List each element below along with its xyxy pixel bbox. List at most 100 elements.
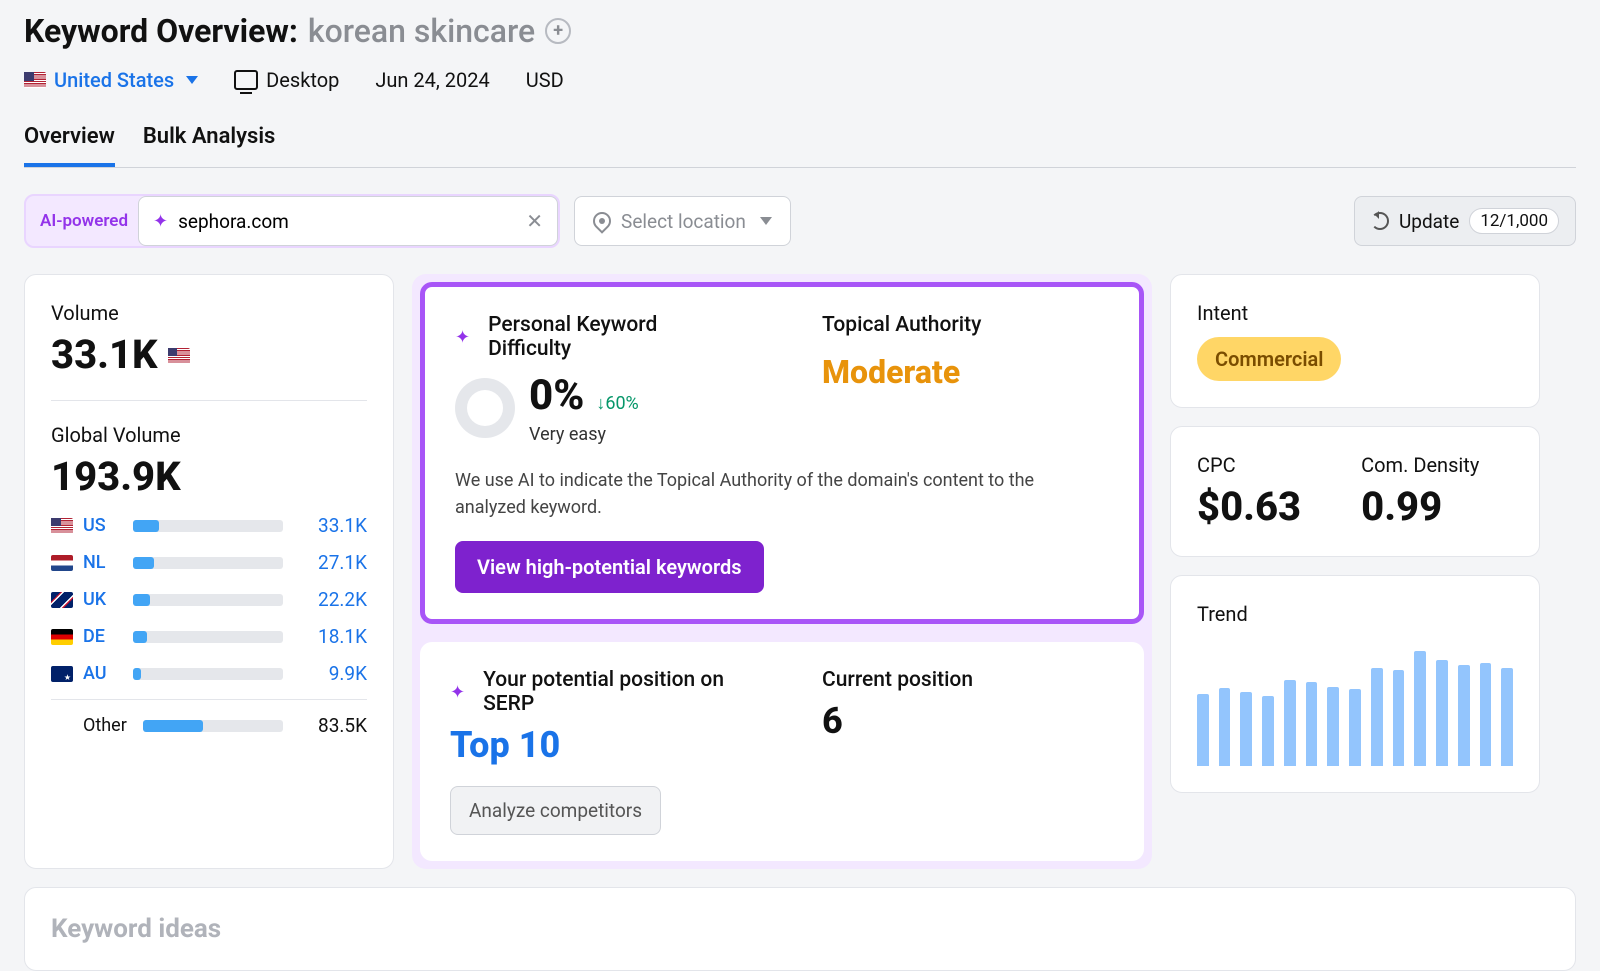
global-volume-list: US33.1K NL 27.1K UK22.2K DE 18.1K AU9.9K: [51, 514, 367, 685]
date-label: Jun 24, 2024: [375, 68, 489, 92]
flag-icon: [51, 518, 73, 534]
location-placeholder: Select location: [621, 210, 746, 233]
global-volume-row[interactable]: UK22.2K: [51, 588, 367, 611]
trend-bar: [1458, 665, 1470, 766]
country-volume-value: 18.1K: [297, 625, 367, 648]
update-label: Update: [1399, 210, 1459, 233]
cpc-density-card: CPC $0.63 Com. Density 0.99: [1170, 426, 1540, 557]
ai-domain-filter: AI-powered ✦ ✕: [24, 194, 560, 248]
volume-label: Volume: [51, 301, 367, 325]
volume-card: Volume 33.1K Global Volume 193.9K US33.1…: [24, 274, 394, 869]
global-volume-row[interactable]: US33.1K: [51, 514, 367, 537]
pkw-value: 0%: [529, 371, 584, 420]
trend-bar: [1197, 694, 1209, 766]
pkw-delta: ↓60%: [596, 393, 638, 414]
flag-icon: [51, 666, 73, 682]
country-volume-value: 33.1K: [297, 514, 367, 537]
country-code: NL: [83, 552, 119, 573]
page-title-keyword: korean skincare: [308, 12, 535, 50]
tabs: Overview Bulk Analysis: [24, 124, 1576, 168]
trend-bar: [1219, 688, 1231, 766]
country-select[interactable]: United States: [24, 68, 198, 92]
desktop-icon: [234, 70, 258, 90]
currency-label: USD: [526, 68, 564, 92]
potential-position-title: ✦ Your potential position on SERP: [450, 668, 742, 716]
volume-bar: [133, 631, 283, 643]
global-volume-label: Global Volume: [51, 423, 367, 447]
clear-domain-icon[interactable]: ✕: [526, 209, 543, 233]
trend-bar: [1414, 651, 1426, 766]
trend-bar: [1393, 670, 1405, 766]
global-volume-other-row: Other 83.5K: [51, 714, 367, 737]
intent-label: Intent: [1197, 301, 1513, 325]
sparkle-icon: ✦: [450, 682, 465, 703]
domain-input-wrap[interactable]: ✦ ✕: [138, 196, 558, 246]
ai-insights-column: ✦ Personal Keyword Difficulty 0% ↓60% Ve…: [412, 274, 1152, 869]
com-density-value: 0.99: [1361, 483, 1479, 530]
global-volume-row[interactable]: AU9.9K: [51, 662, 367, 685]
trend-bar: [1327, 687, 1339, 766]
pin-icon: [589, 208, 614, 233]
flag-icon: [51, 629, 73, 645]
volume-bar: [133, 668, 283, 680]
keyword-ideas-card: Keyword ideas: [24, 887, 1576, 971]
country-select-label: United States: [54, 68, 174, 92]
pkw-title: ✦ Personal Keyword Difficulty: [455, 313, 742, 361]
sparkle-icon: ✦: [455, 327, 470, 348]
trend-bar: [1262, 696, 1274, 766]
tab-overview[interactable]: Overview: [24, 124, 115, 167]
trend-bar: [1371, 668, 1383, 766]
analyze-competitors-button[interactable]: Analyze competitors: [450, 786, 661, 835]
flag-us-icon: [168, 348, 190, 364]
chevron-down-icon: [186, 76, 198, 84]
trend-bar: [1480, 663, 1492, 766]
trend-bar: [1240, 692, 1252, 766]
intent-card: Intent Commercial: [1170, 274, 1540, 408]
global-volume-row[interactable]: NL 27.1K: [51, 551, 367, 574]
com-density-label: Com. Density: [1361, 453, 1479, 477]
keyword-ideas-title: Keyword ideas: [51, 914, 1549, 944]
location-select[interactable]: Select location: [574, 196, 791, 246]
trend-chart: [1197, 646, 1513, 766]
topical-authority-title: Topical Authority: [822, 313, 1109, 337]
trend-bar: [1501, 668, 1513, 766]
trend-bar: [1349, 689, 1361, 766]
volume-bar: [133, 594, 283, 606]
view-high-potential-keywords-button[interactable]: View high-potential keywords: [455, 541, 764, 593]
topical-authority-value: Moderate: [822, 353, 1109, 391]
flag-us-icon: [24, 72, 46, 88]
ai-description: We use AI to indicate the Topical Author…: [455, 467, 1109, 521]
global-volume-value: 193.9K: [51, 453, 367, 500]
other-value: 83.5K: [297, 714, 367, 737]
global-volume-row[interactable]: DE 18.1K: [51, 625, 367, 648]
tab-bulk-analysis[interactable]: Bulk Analysis: [143, 124, 276, 167]
flag-icon: [51, 592, 73, 608]
ai-powered-label: AI-powered: [40, 211, 138, 231]
chevron-down-icon: [760, 217, 772, 225]
cpc-value: $0.63: [1197, 483, 1301, 530]
trend-card: Trend: [1170, 575, 1540, 793]
potential-position-value: Top 10: [450, 724, 742, 766]
country-volume-value: 27.1K: [297, 551, 367, 574]
filters-row: AI-powered ✦ ✕ Select location Update 12…: [24, 194, 1576, 248]
device-label: Desktop: [266, 68, 339, 92]
current-position-value: 6: [822, 700, 1114, 742]
device-select[interactable]: Desktop: [234, 68, 339, 92]
personal-keyword-difficulty-card: ✦ Personal Keyword Difficulty 0% ↓60% Ve…: [420, 282, 1144, 624]
sparkle-icon: ✦: [153, 211, 168, 232]
other-bar: [143, 720, 283, 732]
trend-label: Trend: [1197, 602, 1513, 626]
country-code: UK: [83, 589, 119, 610]
current-position-title: Current position: [822, 668, 1114, 692]
pkw-subtitle: Very easy: [529, 424, 639, 445]
add-keyword-button[interactable]: +: [545, 18, 571, 44]
domain-input[interactable]: [178, 210, 526, 233]
trend-bar: [1284, 680, 1296, 766]
country-code: DE: [83, 626, 119, 647]
trend-bar: [1306, 682, 1318, 766]
update-quota: 12/1,000: [1469, 208, 1559, 234]
update-button[interactable]: Update 12/1,000: [1354, 196, 1576, 246]
country-code: AU: [83, 663, 119, 684]
volume-bar: [133, 557, 283, 569]
serp-position-card: ✦ Your potential position on SERP Top 10…: [420, 642, 1144, 861]
